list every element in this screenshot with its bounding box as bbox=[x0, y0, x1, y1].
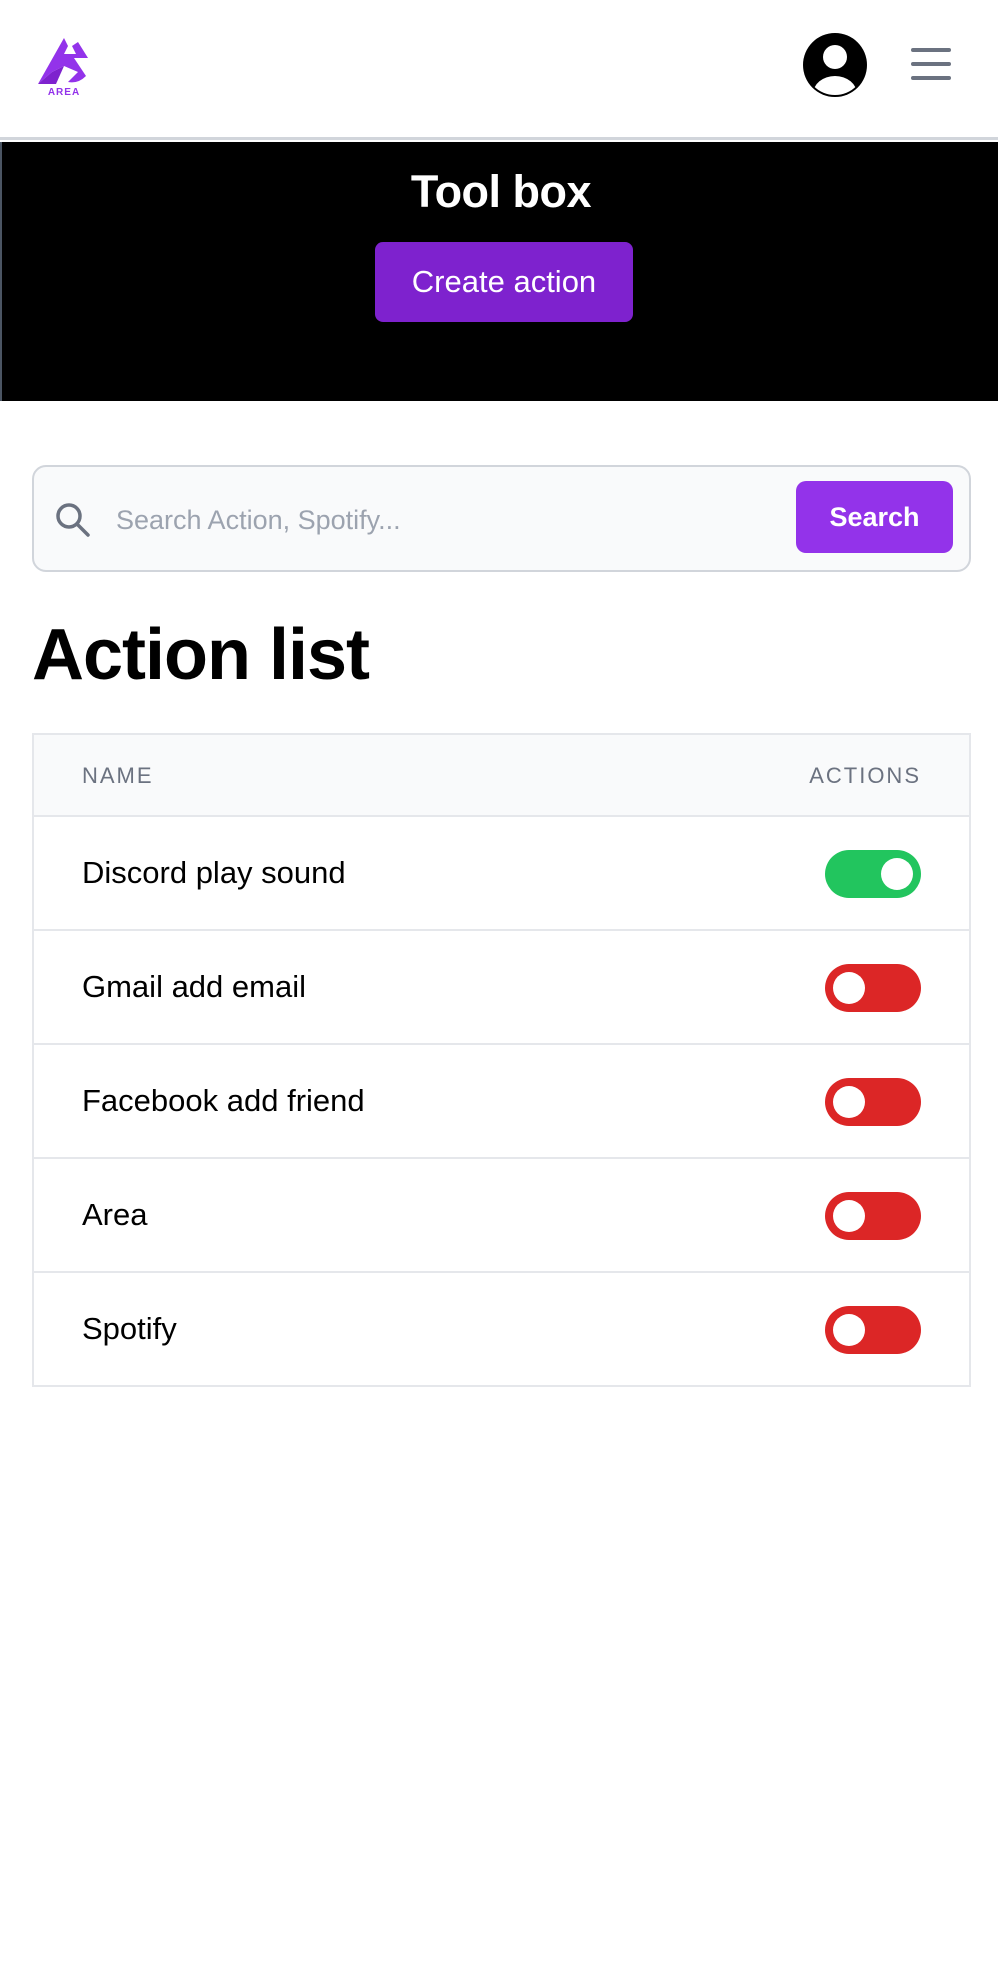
hero-title: Tool box bbox=[410, 166, 592, 217]
toggle-knob bbox=[833, 1314, 865, 1346]
table-row: Gmail add email bbox=[34, 931, 969, 1045]
toolbox-hero: Tool box Create action bbox=[0, 142, 998, 401]
table-header: NAME ACTIONS bbox=[34, 735, 969, 817]
table-row: Area bbox=[34, 1159, 969, 1273]
action-name: Spotify bbox=[82, 1311, 177, 1346]
action-table: NAME ACTIONS Discord play sound Gmail ad… bbox=[32, 733, 971, 1387]
toggle-knob bbox=[881, 858, 913, 890]
search-input[interactable] bbox=[114, 489, 814, 551]
create-action-button[interactable]: Create action bbox=[375, 242, 633, 322]
logo-text: AREA bbox=[48, 87, 80, 98]
search-icon bbox=[56, 503, 90, 537]
toggle-knob bbox=[833, 972, 865, 1004]
search-bar: Search bbox=[32, 465, 971, 572]
area-logo-icon[interactable]: AREA bbox=[34, 32, 94, 98]
search-button[interactable]: Search bbox=[796, 481, 953, 553]
table-row: Facebook add friend bbox=[34, 1045, 969, 1159]
user-avatar-icon[interactable] bbox=[802, 32, 868, 98]
top-navbar: AREA bbox=[0, 0, 998, 140]
action-toggle[interactable] bbox=[825, 1306, 921, 1354]
action-toggle[interactable] bbox=[825, 1192, 921, 1240]
action-toggle[interactable] bbox=[825, 964, 921, 1012]
action-toggle[interactable] bbox=[825, 1078, 921, 1126]
table-row: Discord play sound bbox=[34, 817, 969, 931]
action-name: Gmail add email bbox=[82, 969, 306, 1004]
action-name: Facebook add friend bbox=[82, 1083, 365, 1118]
column-header-name: NAME bbox=[82, 763, 154, 788]
action-name: Discord play sound bbox=[82, 855, 346, 890]
action-list-title: Action list bbox=[32, 615, 370, 695]
hamburger-menu-icon[interactable] bbox=[909, 44, 953, 84]
table-row: Spotify bbox=[34, 1273, 969, 1385]
toggle-knob bbox=[833, 1200, 865, 1232]
toggle-knob bbox=[833, 1086, 865, 1118]
column-header-actions: ACTIONS bbox=[809, 763, 921, 788]
action-name: Area bbox=[82, 1197, 148, 1232]
action-toggle[interactable] bbox=[825, 850, 921, 898]
